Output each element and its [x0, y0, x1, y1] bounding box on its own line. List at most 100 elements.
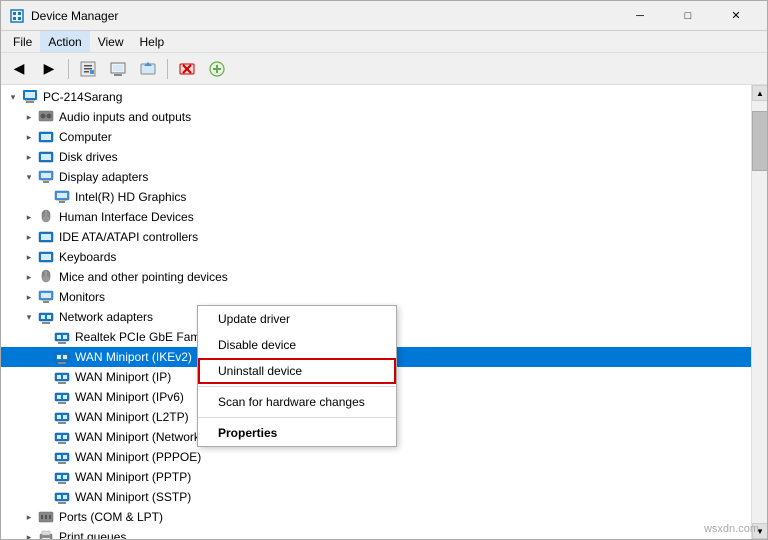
item-label-wan-pppoe: WAN Miniport (PPPOE) — [75, 450, 201, 464]
device-icon-audio — [37, 108, 55, 126]
context-menu-item-disable-device[interactable]: Disable device — [198, 332, 396, 358]
expander-wan-ipv6[interactable] — [37, 387, 53, 407]
tree-item-ide[interactable]: IDE ATA/ATAPI controllers — [1, 227, 751, 247]
item-label-wan-ipv6: WAN Miniport (IPv6) — [75, 390, 184, 404]
tree-item-wan-pppoe[interactable]: WAN Miniport (PPPOE) — [1, 447, 751, 467]
maximize-button[interactable]: □ — [665, 1, 711, 31]
expander-wan-net[interactable] — [37, 427, 53, 447]
toolbar-sep-2 — [167, 59, 168, 79]
device-icon-ide — [37, 228, 55, 246]
expander-display[interactable] — [21, 167, 37, 187]
device-icon-wan-pptp — [53, 468, 71, 486]
expander-ide[interactable] — [21, 227, 37, 247]
window-title: Device Manager — [31, 9, 617, 23]
expander-wan-ikev2[interactable] — [37, 347, 53, 367]
device-icon-computer — [37, 128, 55, 146]
tree-item-audio[interactable]: Audio inputs and outputs — [1, 107, 751, 127]
tree-item-keyboards[interactable]: Keyboards — [1, 247, 751, 267]
main-content: PC-214Sarang Audio inputs and outputsComp… — [1, 85, 767, 539]
expander-print[interactable] — [21, 527, 37, 539]
update-driver-button[interactable] — [134, 56, 162, 82]
item-label-wan-ikev2: WAN Miniport (IKEv2) — [75, 350, 192, 364]
scrollbar-thumb[interactable] — [752, 111, 767, 171]
item-label-keyboards: Keyboards — [59, 250, 116, 264]
device-icon-wan-ip — [53, 368, 71, 386]
tree-item-mice[interactable]: Mice and other pointing devices — [1, 267, 751, 287]
expander-wan-ip[interactable] — [37, 367, 53, 387]
expander-root[interactable] — [5, 87, 21, 107]
device-icon-wan-net — [53, 428, 71, 446]
tree-item-computer[interactable]: Computer — [1, 127, 751, 147]
expander-ports[interactable] — [21, 507, 37, 527]
expander-intel[interactable] — [37, 187, 53, 207]
expander-wan-l2tp[interactable] — [37, 407, 53, 427]
tree-item-intel[interactable]: Intel(R) HD Graphics — [1, 187, 751, 207]
context-menu-item-uninstall-device[interactable]: Uninstall device — [198, 358, 396, 384]
context-menu-item-properties[interactable]: Properties — [198, 420, 396, 446]
context-menu-sep-sep2 — [198, 417, 396, 418]
window-icon — [9, 8, 25, 24]
item-label-display: Display adapters — [59, 170, 148, 184]
expander-computer[interactable] — [21, 127, 37, 147]
menu-file[interactable]: File — [5, 31, 40, 52]
context-menu-item-update-driver[interactable]: Update driver — [198, 306, 396, 332]
device-icon-intel — [53, 188, 71, 206]
device-icon-keyboards — [37, 248, 55, 266]
item-label-network: Network adapters — [59, 310, 153, 324]
item-label-ports: Ports (COM & LPT) — [59, 510, 163, 524]
properties-button[interactable] — [74, 56, 102, 82]
context-menu: Update driverDisable deviceUninstall dev… — [197, 305, 397, 447]
tree-item-wan-pptp[interactable]: WAN Miniport (PPTP) — [1, 467, 751, 487]
expander-realtek[interactable] — [37, 327, 53, 347]
device-icon-wan-pppoe — [53, 448, 71, 466]
watermark: wsxdn.com — [704, 523, 759, 535]
expander-mice[interactable] — [21, 267, 37, 287]
context-menu-item-scan[interactable]: Scan for hardware changes — [198, 389, 396, 415]
device-icon-ports — [37, 508, 55, 526]
scan-button[interactable] — [104, 56, 132, 82]
expander-hid[interactable] — [21, 207, 37, 227]
item-label-wan-ip: WAN Miniport (IP) — [75, 370, 171, 384]
item-label-mice: Mice and other pointing devices — [59, 270, 228, 284]
add-hardware-button[interactable] — [203, 56, 231, 82]
expander-disk[interactable] — [21, 147, 37, 167]
minimize-button[interactable]: ─ — [617, 1, 663, 31]
expander-network[interactable] — [21, 307, 37, 327]
tree-item-disk[interactable]: Disk drives — [1, 147, 751, 167]
item-label-hid: Human Interface Devices — [59, 210, 194, 224]
item-label-wan-pptp: WAN Miniport (PPTP) — [75, 470, 191, 484]
device-icon-display — [37, 168, 55, 186]
expander-keyboards[interactable] — [21, 247, 37, 267]
menu-help[interactable]: Help — [132, 31, 173, 52]
expander-audio[interactable] — [21, 107, 37, 127]
expander-wan-pptp[interactable] — [37, 467, 53, 487]
menu-view[interactable]: View — [90, 31, 132, 52]
expander-wan-sstp[interactable] — [37, 487, 53, 507]
device-icon-wan-ikev2 — [53, 348, 71, 366]
scrollbar-track-area[interactable] — [752, 101, 767, 523]
tree-item-monitors[interactable]: Monitors — [1, 287, 751, 307]
menu-bar: File Action View Help — [1, 31, 767, 53]
toolbar: ◀ ▶ — [1, 53, 767, 85]
title-bar: Device Manager ─ □ ✕ — [1, 1, 767, 31]
device-icon-mice — [37, 268, 55, 286]
expander-wan-pppoe[interactable] — [37, 447, 53, 467]
item-label-wan-sstp: WAN Miniport (SSTP) — [75, 490, 191, 504]
tree-item-display[interactable]: Display adapters — [1, 167, 751, 187]
tree-item-print[interactable]: Print queues — [1, 527, 751, 539]
tree-item-root[interactable]: PC-214Sarang — [1, 87, 751, 107]
item-label-root: PC-214Sarang — [43, 90, 122, 104]
tree-item-wan-sstp[interactable]: WAN Miniport (SSTP) — [1, 487, 751, 507]
tree-item-hid[interactable]: Human Interface Devices — [1, 207, 751, 227]
scrollbar[interactable]: ▲ ▼ — [751, 85, 767, 539]
forward-button[interactable]: ▶ — [35, 56, 63, 82]
uninstall-button[interactable] — [173, 56, 201, 82]
device-icon-root — [21, 88, 39, 106]
back-button[interactable]: ◀ — [5, 56, 33, 82]
device-icon-hid — [37, 208, 55, 226]
tree-item-ports[interactable]: Ports (COM & LPT) — [1, 507, 751, 527]
expander-monitors[interactable] — [21, 287, 37, 307]
scroll-up-button[interactable]: ▲ — [752, 85, 767, 101]
menu-action[interactable]: Action — [40, 31, 89, 52]
close-button[interactable]: ✕ — [713, 1, 759, 31]
